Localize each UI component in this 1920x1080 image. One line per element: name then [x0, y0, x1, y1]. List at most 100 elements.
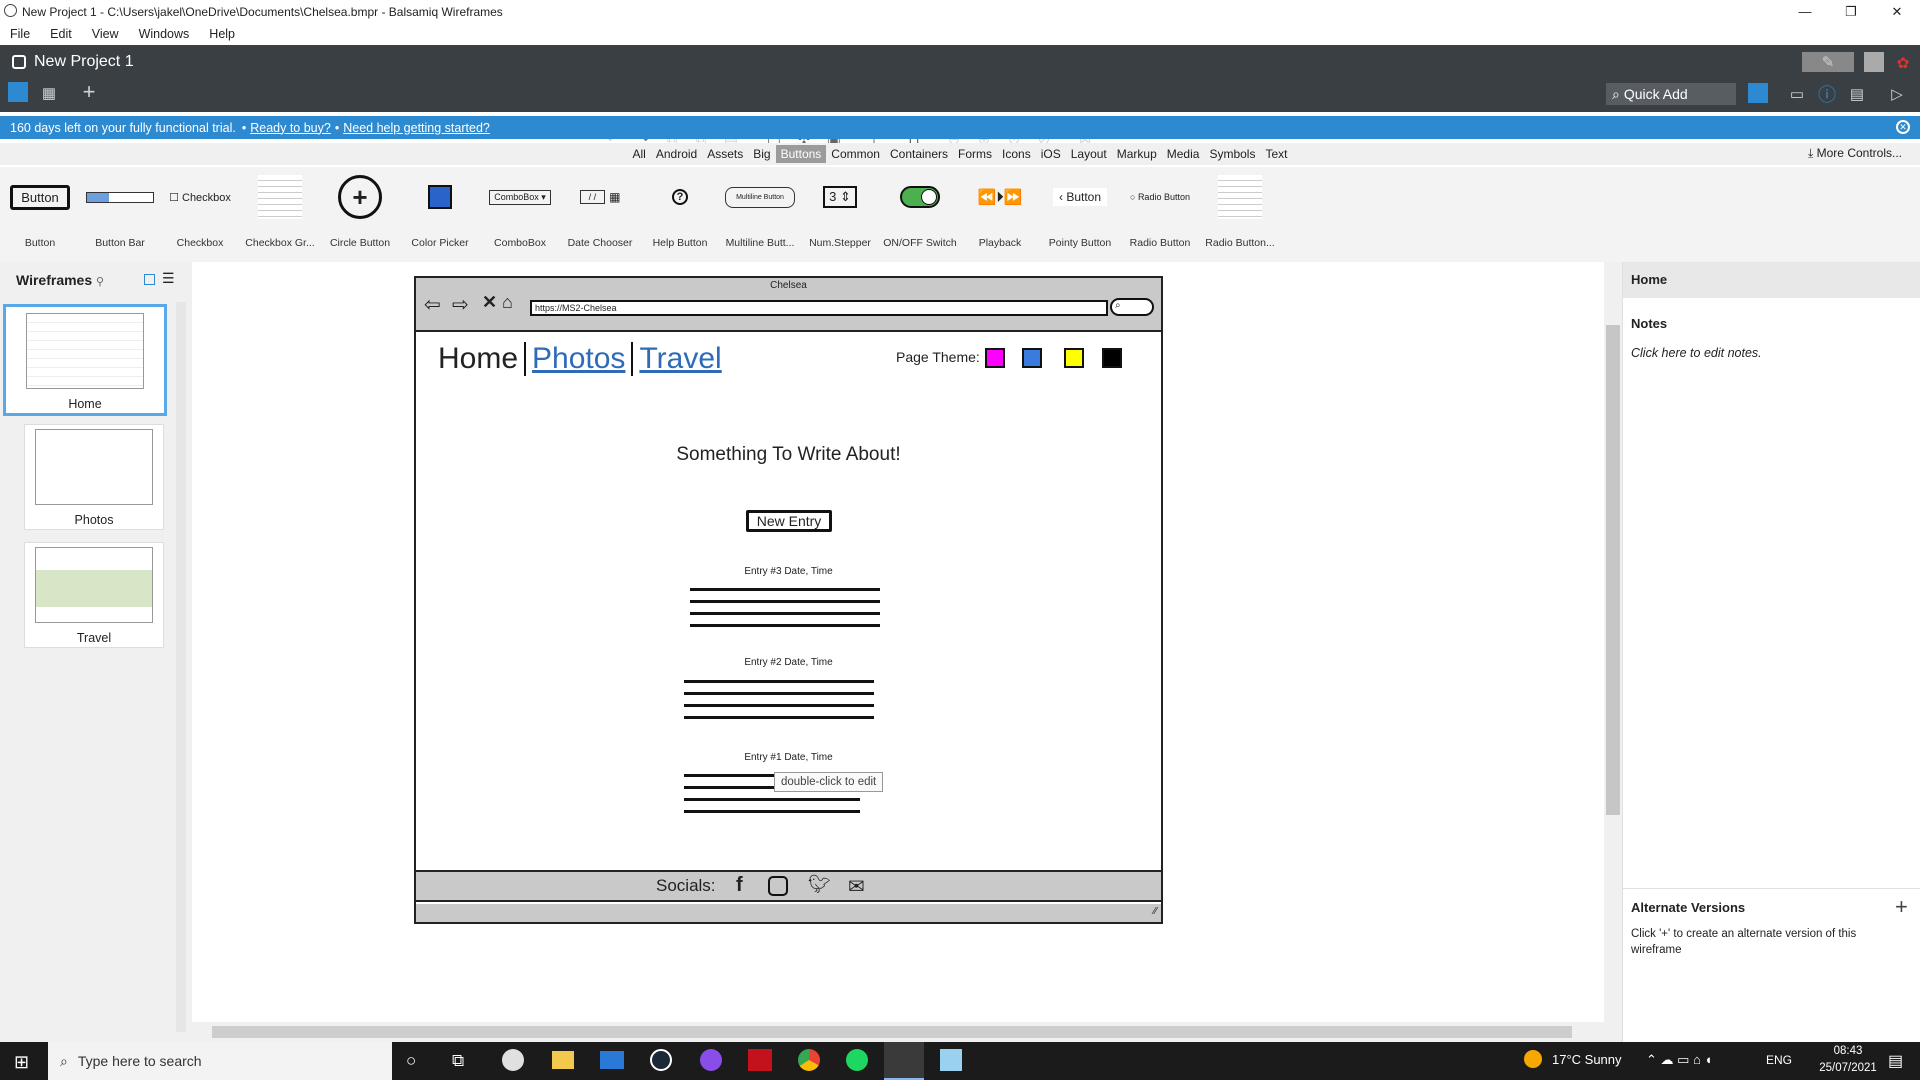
- ui-library-icon[interactable]: [1748, 83, 1768, 103]
- clock-time[interactable]: 08:43: [1818, 1045, 1878, 1057]
- edit-mode-icon[interactable]: ✎: [1802, 52, 1854, 72]
- menu-view[interactable]: View: [82, 27, 129, 41]
- control-combobox[interactable]: ComboBox ▾ ComboBox: [480, 167, 560, 262]
- category-icons[interactable]: Icons: [997, 145, 1036, 163]
- control-radio-button[interactable]: ○ Radio Button Radio Button: [1120, 167, 1200, 262]
- socials-label: Socials:: [656, 876, 716, 895]
- wireframe-thumb-photos[interactable]: Photos: [24, 424, 164, 530]
- windows-start-icon[interactable]: ⊞: [14, 1052, 29, 1073]
- notifications-icon[interactable]: ✿: [1892, 52, 1914, 74]
- control-color-picker[interactable]: Color Picker: [400, 167, 480, 262]
- user-avatar[interactable]: [1864, 52, 1884, 72]
- quick-add-input[interactable]: ⌕ Quick Add: [1606, 83, 1736, 105]
- restore-button[interactable]: ❐: [1828, 0, 1874, 23]
- cortana-icon[interactable]: ○: [406, 1051, 416, 1071]
- category-forms[interactable]: Forms: [953, 145, 997, 163]
- control-date-chooser[interactable]: / / ▦ Date Chooser: [560, 167, 640, 262]
- info-icon[interactable]: ⓘ: [1816, 83, 1838, 105]
- messenger-icon[interactable]: [700, 1049, 722, 1071]
- scroll-thumb[interactable]: [1606, 325, 1620, 815]
- control-checkbox-group[interactable]: Checkbox Gr...: [240, 167, 320, 262]
- balsamiq-taskbar-icon[interactable]: [884, 1042, 924, 1080]
- category-buttons[interactable]: Buttons: [775, 145, 827, 163]
- close-button[interactable]: ✕: [1874, 0, 1920, 23]
- category-markup[interactable]: Markup: [1112, 145, 1162, 163]
- control-radio-button-group[interactable]: Radio Button...: [1200, 167, 1280, 262]
- wireframes-panel: Wireframes ⚲ ☰ Home Photos Travel: [0, 262, 192, 1042]
- wireframe-browser-window[interactable]: Chelsea ⇦ ⇨ ✕ ⌂ https://MS2-Chelsea ⌕ Ho…: [414, 276, 1163, 924]
- more-controls-button[interactable]: ⤓ More Controls...: [1808, 146, 1902, 161]
- category-big[interactable]: Big: [748, 145, 775, 163]
- thumbnail-image: [35, 547, 153, 623]
- divider: [1623, 888, 1920, 889]
- control-button[interactable]: Button Button: [0, 167, 80, 262]
- thumbnail-view-icon[interactable]: [144, 274, 155, 285]
- left-panel-scrollbar[interactable]: [176, 302, 186, 1032]
- mail-icon[interactable]: [600, 1051, 624, 1069]
- notification-center-icon[interactable]: ▤: [1888, 1051, 1903, 1071]
- add-wireframe-icon[interactable]: +: [78, 79, 100, 104]
- category-ios[interactable]: iOS: [1036, 145, 1066, 163]
- scroll-thumb[interactable]: [212, 1026, 1572, 1038]
- control-multiline-button[interactable]: Multiline Button Multiline Butt...: [720, 167, 800, 262]
- language-indicator[interactable]: ENG: [1766, 1053, 1792, 1067]
- menu-help[interactable]: Help: [199, 27, 245, 41]
- presentation-icon[interactable]: ▷: [1886, 83, 1908, 105]
- steam-icon[interactable]: [650, 1049, 672, 1071]
- close-banner-icon[interactable]: ✕: [1896, 120, 1910, 134]
- sort-icon[interactable]: ⚲: [96, 276, 104, 288]
- app-icon[interactable]: [940, 1049, 962, 1071]
- control-pointy-button[interactable]: ‹ Button Pointy Button: [1040, 167, 1120, 262]
- control-checkbox[interactable]: ☐ Checkbox Checkbox: [160, 167, 240, 262]
- menu-file[interactable]: File: [0, 27, 40, 41]
- entry-title: Entry #3 Date, Time: [744, 566, 833, 577]
- notes-field[interactable]: Click here to edit notes.: [1631, 346, 1762, 360]
- browser-status-bar: ⁄⁄: [416, 904, 1161, 922]
- xbox-icon[interactable]: [502, 1049, 524, 1071]
- entry-text-scribble: [690, 584, 880, 634]
- category-layout[interactable]: Layout: [1066, 145, 1112, 163]
- category-media[interactable]: Media: [1162, 145, 1205, 163]
- control-label: Num.Stepper: [809, 237, 871, 249]
- spotify-icon[interactable]: [846, 1049, 868, 1071]
- properties-icon[interactable]: ▤: [1846, 83, 1868, 105]
- taskbar-search-box[interactable]: ⌕ Type here to search: [48, 1042, 392, 1080]
- control-playback[interactable]: ⏪⏵⏩ Playback: [960, 167, 1040, 262]
- category-text[interactable]: Text: [1260, 145, 1292, 163]
- category-containers[interactable]: Containers: [885, 145, 953, 163]
- minimize-button[interactable]: —: [1782, 0, 1828, 23]
- file-explorer-icon[interactable]: [552, 1051, 574, 1069]
- control-label: Circle Button: [329, 237, 391, 249]
- menu-windows[interactable]: Windows: [129, 27, 200, 41]
- wireframe-thumb-home[interactable]: Home: [3, 304, 167, 416]
- canvas-horizontal-scrollbar[interactable]: [192, 1022, 1604, 1042]
- single-view-icon[interactable]: [8, 82, 28, 102]
- chrome-icon[interactable]: [798, 1049, 820, 1071]
- wireframe-thumb-travel[interactable]: Travel: [24, 542, 164, 648]
- control-num-stepper[interactable]: 3 ⇕ Num.Stepper: [800, 167, 880, 262]
- category-assets[interactable]: Assets: [702, 145, 748, 163]
- app-icon[interactable]: [748, 1049, 772, 1071]
- help-getting-started-link[interactable]: Need help getting started?: [343, 121, 490, 135]
- weather-text[interactable]: 17°C Sunny: [1552, 1052, 1622, 1067]
- app-icon: [4, 4, 17, 17]
- control-circle-button[interactable]: + Circle Button: [320, 167, 400, 262]
- category-common[interactable]: Common: [826, 145, 885, 163]
- control-help-button[interactable]: ? Help Button: [640, 167, 720, 262]
- ready-to-buy-link[interactable]: Ready to buy?: [250, 121, 331, 135]
- comments-icon[interactable]: ▭: [1786, 83, 1808, 105]
- alternate-versions-hint: Click '+' to create an alternate version…: [1631, 928, 1857, 956]
- tray-icons[interactable]: ⌃ ☁ ▭ ⌂ ◖: [1646, 1052, 1712, 1068]
- more-controls-label: More Controls...: [1816, 146, 1902, 160]
- control-button-bar[interactable]: Button Bar: [80, 167, 160, 262]
- category-all[interactable]: All: [628, 145, 651, 163]
- grid-view-icon[interactable]: ▦: [38, 82, 60, 104]
- task-view-icon[interactable]: ⧉: [452, 1051, 464, 1071]
- add-alternate-icon[interactable]: +: [1895, 894, 1908, 920]
- control-on-off-switch[interactable]: ON/OFF Switch: [880, 167, 960, 262]
- list-view-icon[interactable]: ☰: [162, 270, 175, 287]
- clock-date[interactable]: 25/07/2021: [1818, 1062, 1878, 1074]
- menu-edit[interactable]: Edit: [40, 27, 82, 41]
- category-android[interactable]: Android: [651, 145, 702, 163]
- category-symbols[interactable]: Symbols: [1204, 145, 1260, 163]
